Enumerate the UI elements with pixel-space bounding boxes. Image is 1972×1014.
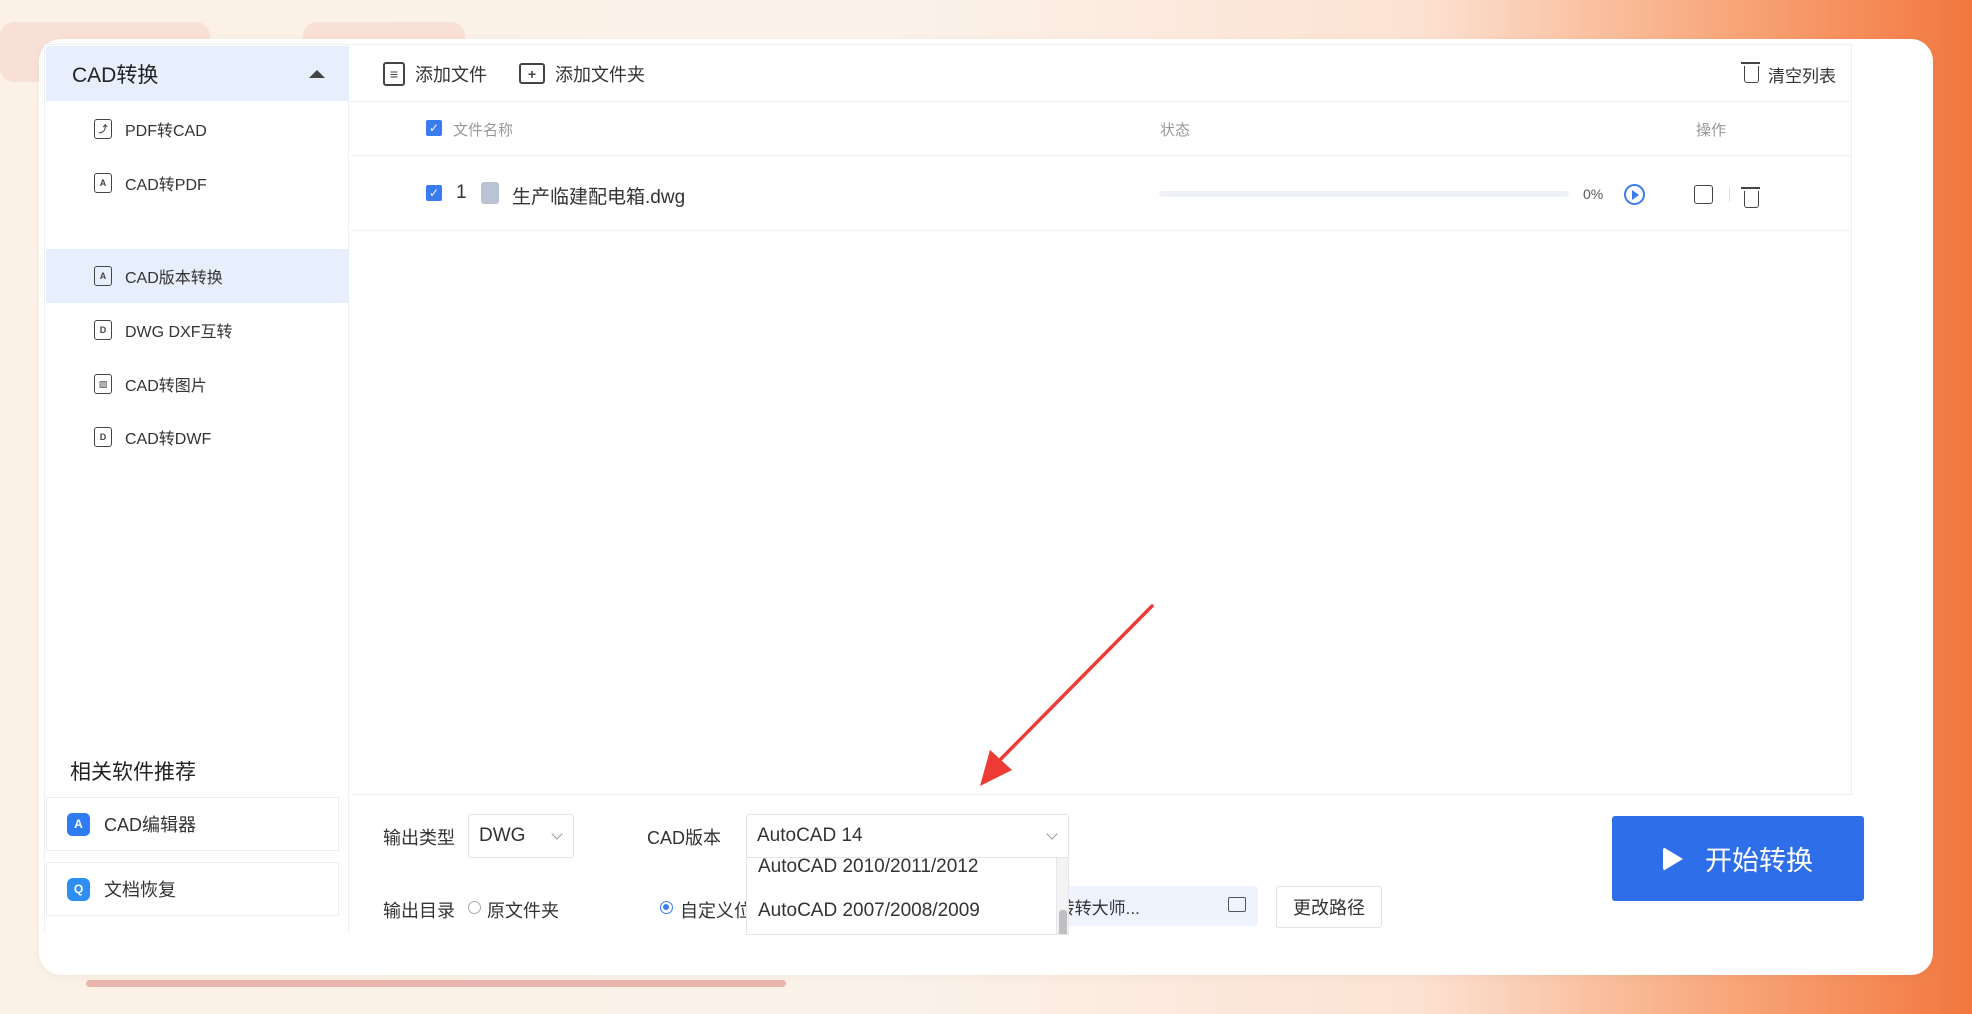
folder-icon[interactable] [1228,897,1246,912]
row-filename: 生产临建配电箱.dwg [512,187,686,208]
change-path-button[interactable]: 更改路径 [1276,886,1382,928]
cad-file-icon: A [94,266,112,286]
cad-version-value: AutoCAD 14 [757,825,863,846]
table-header: ✓ 文件名称 状态 操作 [350,102,1852,156]
open-folder-icon[interactable] [1694,185,1713,204]
column-header-action: 操作 [1696,122,1727,139]
row-checkbox[interactable]: ✓ [426,185,442,201]
toolbar: ≡ 添加文件 + 添加文件夹 清空列表 [350,46,1852,102]
cad-version-select[interactable]: AutoCAD 14 [746,814,1069,858]
dwf-file-icon: D [94,427,112,447]
action-divider [1729,188,1730,202]
sidebar-item-label: CAD转DWF [125,431,212,448]
settings-panel: 输出类型 DWG CAD版本 AutoCAD 14 输出目录 原文件夹 自定义位… [350,794,1864,932]
recommend-item-cad-editor[interactable]: A CAD编辑器 [46,797,339,851]
progress-bar [1159,191,1569,197]
sidebar-item-cad-to-dwf[interactable]: D CAD转DWF [46,410,349,464]
delete-row-icon[interactable] [1741,187,1760,208]
annotation-arrow-shaft [988,604,1154,772]
output-type-value: DWG [479,825,526,846]
add-file-button[interactable]: ≡ 添加文件 [383,61,487,87]
cad-editor-app-icon: A [67,812,90,836]
dwg-file-icon [481,182,499,204]
sidebar-item-dwg-dxf-convert[interactable]: D DWG DXF互转 [46,303,349,357]
output-dir-label: 输出目录 [383,901,455,921]
recommend-title: 相关软件推荐 [70,761,196,784]
radio-original-folder[interactable] [468,901,481,914]
clear-list-label: 清空列表 [1768,67,1836,86]
add-file-label: 添加文件 [415,64,487,85]
trash-icon [1741,62,1760,83]
clear-list-button[interactable]: 清空列表 [1741,62,1836,87]
add-folder-icon: + [519,63,545,84]
recommend-item-label: CAD编辑器 [104,815,197,835]
chevron-down-icon [551,828,563,840]
radio-custom-location[interactable] [660,901,673,914]
sidebar: CAD转换 ⤴ PDF转CAD A CAD转PDF A CAD版本转换 D DW… [46,46,349,932]
sidebar-header-label: CAD转换 [72,63,159,87]
image-file-icon: ▨ [94,374,112,394]
radio-original-label: 原文件夹 [487,901,559,921]
sidebar-item-label: DWG DXF互转 [125,324,233,341]
dropdown-option[interactable]: AutoCAD 2007/2008/2009 [758,900,980,922]
document-recovery-app-icon: Q [67,877,90,901]
column-header-filename: 文件名称 [453,122,514,139]
start-convert-button[interactable]: 开始转换 [1612,816,1864,901]
play-icon [1663,846,1683,871]
column-header-status: 状态 [1160,122,1191,139]
progress-percent: 0% [1583,186,1604,202]
play-convert-icon[interactable] [1624,184,1645,205]
dwg-file-icon: D [94,320,112,340]
dropdown-scrollbar[interactable] [1056,858,1068,934]
scrollbar-thumb[interactable] [1059,910,1067,934]
sidebar-item-label: CAD版本转换 [125,270,223,287]
radio-custom-label: 自定义位 [680,901,752,921]
output-type-label: 输出类型 [383,828,455,848]
dropdown-option[interactable]: AutoCAD 2010/2011/2012 [758,858,978,878]
add-folder-button[interactable]: + 添加文件夹 [519,61,645,87]
annotation-arrow-head [980,750,1012,786]
background-decor-bar [86,980,786,987]
sidebar-item-cad-version-convert[interactable]: A CAD版本转换 [46,249,349,303]
annotation-arrow [980,604,1154,786]
sidebar-header-cad-convert[interactable]: CAD转换 [46,46,349,101]
collapse-triangle-icon[interactable] [309,70,325,78]
cad-version-label: CAD版本 [647,828,722,848]
sidebar-item-cad-to-image[interactable]: ▨ CAD转图片 [46,357,349,411]
chevron-down-icon [1046,828,1058,840]
table-row[interactable]: ✓ 1 生产临建配电箱.dwg 0% [350,156,1852,231]
sidebar-item-label: PDF转CAD [125,123,207,140]
select-all-checkbox[interactable]: ✓ [426,120,442,136]
pdf-file-icon: ⤴ [94,119,112,139]
add-file-icon: ≡ [383,61,405,86]
cad-file-icon: A [94,173,112,193]
recommend-item-document-recovery[interactable]: Q 文档恢复 [46,862,339,916]
add-folder-label: 添加文件夹 [555,64,645,85]
start-convert-label: 开始转换 [1705,846,1813,876]
row-index: 1 [456,182,467,203]
output-type-select[interactable]: DWG [468,814,574,858]
recommend-item-label: 文档恢复 [104,880,176,900]
sidebar-item-cad-to-pdf[interactable]: A CAD转PDF [46,156,349,210]
sidebar-item-pdf-to-cad[interactable]: ⤴ PDF转CAD [46,102,349,156]
cad-version-dropdown: AutoCAD 2010/2011/2012 AutoCAD 2007/2008… [746,857,1069,935]
sidebar-item-label: CAD转图片 [125,378,207,395]
sidebar-item-label: CAD转PDF [125,177,207,194]
